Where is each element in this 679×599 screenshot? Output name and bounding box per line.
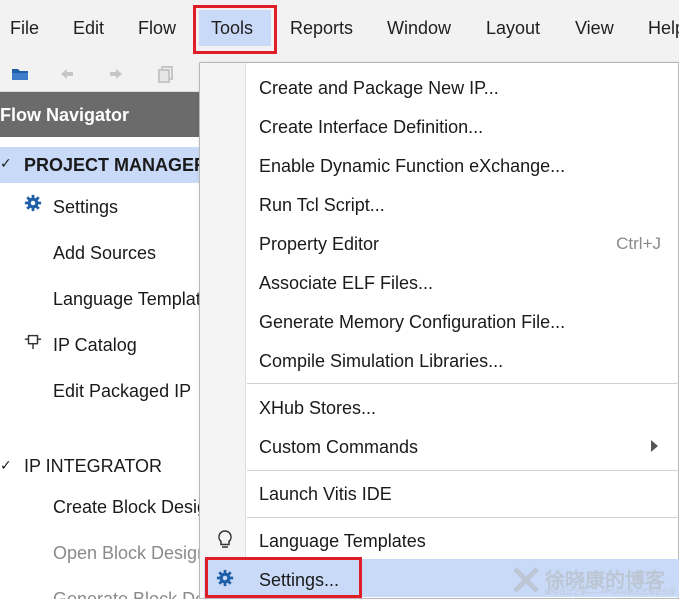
- section-ip-integrator[interactable]: IP INTEGRATOR: [24, 456, 162, 477]
- menu-separator: [247, 470, 679, 471]
- menu-separator: [247, 517, 679, 518]
- menu-item-xhub-stores[interactable]: XHub Stores...: [259, 398, 376, 419]
- nav-item-ip-catalog[interactable]: IP Catalog: [53, 335, 137, 356]
- menu-item-language-templates[interactable]: Language Templates: [259, 531, 426, 552]
- menu-item-property-editor[interactable]: Property Editor: [259, 234, 379, 255]
- menu-edit[interactable]: Edit: [73, 18, 104, 39]
- flow-navigator-title: Flow Navigator: [0, 105, 130, 125]
- menu-item-run-tcl-script[interactable]: Run Tcl Script...: [259, 195, 385, 216]
- watermark-logo-icon: [513, 567, 539, 593]
- menu-layout[interactable]: Layout: [486, 18, 540, 39]
- watermark: 徐晓康的博客 硬件设计之家——FPGA与嵌入式知识分享: [512, 562, 679, 599]
- menu-file[interactable]: File: [10, 18, 39, 39]
- gear-icon: [24, 194, 42, 212]
- menu-reports[interactable]: Reports: [290, 18, 353, 39]
- menu-separator: [247, 383, 679, 384]
- open-folder-icon[interactable]: [10, 64, 30, 84]
- menu-icon-gutter: [200, 63, 246, 598]
- menu-help[interactable]: Help: [648, 18, 679, 39]
- menu-item-enable-dfx[interactable]: Enable Dynamic Function eXchange...: [259, 156, 565, 177]
- menu-window[interactable]: Window: [387, 18, 451, 39]
- watermark-subtext: 硬件设计之家——FPGA与嵌入式知识分享: [545, 589, 677, 596]
- menu-item-generate-memory-config[interactable]: Generate Memory Configuration File...: [259, 312, 565, 333]
- menu-item-launch-vitis-ide[interactable]: Launch Vitis IDE: [259, 484, 392, 505]
- menu-item-custom-commands[interactable]: Custom Commands: [259, 437, 418, 458]
- menu-item-associate-elf[interactable]: Associate ELF Files...: [259, 273, 433, 294]
- nav-item-add-sources[interactable]: Add Sources: [53, 243, 156, 264]
- menu-flow[interactable]: Flow: [138, 18, 176, 39]
- nav-item-open-block-design: Open Block Design: [53, 543, 208, 563]
- section-project-manager[interactable]: PROJECT MANAGER: [24, 155, 207, 176]
- ip-catalog-icon: [24, 334, 42, 350]
- nav-item-edit-packaged-ip[interactable]: Edit Packaged IP: [53, 381, 191, 402]
- property-editor-shortcut: Ctrl+J: [616, 234, 661, 253]
- nav-item-create-block-design[interactable]: Create Block Design: [53, 497, 217, 518]
- nav-item-language-templates[interactable]: Language Templates: [53, 289, 220, 310]
- tools-dropdown-menu: Create and Package New IP... Create Inte…: [199, 62, 679, 599]
- copy-icon[interactable]: [156, 64, 176, 84]
- flow-navigator-header: Flow Navigator: [0, 92, 210, 137]
- settings-item-highlight: [205, 557, 362, 598]
- chevron-down-icon[interactable]: ✓: [0, 155, 12, 172]
- menu-item-compile-sim-libraries[interactable]: Compile Simulation Libraries...: [259, 351, 503, 372]
- tools-menu-highlight: [193, 5, 277, 54]
- redo-icon[interactable]: [106, 64, 126, 84]
- lightbulb-icon: [218, 530, 232, 548]
- chevron-down-icon[interactable]: ✓: [0, 457, 12, 474]
- menu-item-create-package-ip[interactable]: Create and Package New IP...: [259, 78, 499, 99]
- menu-item-create-interface-definition[interactable]: Create Interface Definition...: [259, 117, 483, 138]
- menu-bar: File Edit Flow Tools Reports Window Layo…: [0, 0, 679, 58]
- nav-item-settings[interactable]: Settings: [53, 197, 118, 218]
- submenu-arrow-icon: [651, 440, 658, 452]
- undo-icon[interactable]: [57, 64, 77, 84]
- menu-view[interactable]: View: [575, 18, 614, 39]
